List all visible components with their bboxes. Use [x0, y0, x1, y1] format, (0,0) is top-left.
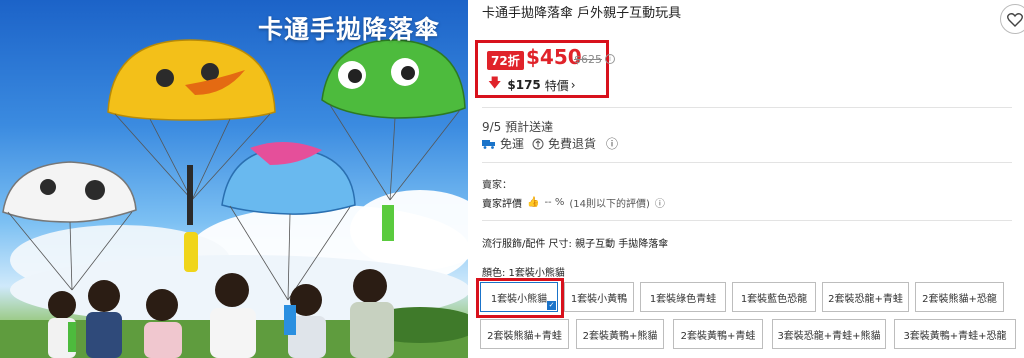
product-title: 卡通手拋降落傘 戶外親子互動玩具: [482, 6, 682, 21]
product-image[interactable]: 卡通手拋降落傘: [0, 0, 468, 358]
seller-rating-value: -- %: [544, 197, 565, 208]
info-icon[interactable]: ⓘ: [655, 195, 665, 210]
divider: [482, 220, 1012, 221]
free-returns-label: 免費退貨: [548, 137, 597, 151]
option-2-panda-dino[interactable]: 2套裝熊貓+恐龍: [915, 282, 1004, 312]
selected-option-highlight: [476, 278, 564, 318]
option-label: 2套裝黃鴨+熊貓: [582, 330, 658, 342]
option-2-duck-frog[interactable]: 2套裝黃鴨+青蛙: [673, 319, 763, 349]
truck-icon: [482, 139, 496, 149]
seller-rating: 賣家評價 👍 -- % (14則以下的評價) ⓘ: [482, 195, 665, 210]
option-label: 2套裝熊貓+青蛙: [487, 330, 562, 342]
arrow-down-icon: 🡇: [488, 76, 502, 91]
option-1-duck[interactable]: 1套裝小黃鴨: [564, 282, 634, 312]
info-icon[interactable]: ⓘ: [606, 135, 618, 152]
option-label: 1套裝綠色青蛙: [649, 293, 717, 305]
seller-label: 賣家：: [482, 180, 512, 191]
spec-info: 流行服飾/配件 尺寸: 親子互動 手拋降落傘: [482, 239, 669, 250]
option-3-dino-frog-panda[interactable]: 3套裝恐龍+青蛙+熊貓: [772, 319, 886, 349]
option-label: 2套裝熊貓+恐龍: [922, 293, 997, 305]
option-1-dino[interactable]: 1套裝藍色恐龍: [732, 282, 816, 312]
option-label: 2套裝恐龍+青蛙: [828, 293, 903, 305]
discount-badge: 72折: [487, 51, 524, 70]
divider: [482, 162, 1012, 163]
seller-rating-note: (14則以下的評價): [569, 199, 650, 210]
deal-label: 特價: [544, 78, 569, 93]
option-3-duck-frog-dino[interactable]: 3套裝黃鴨+青蛙+恐龍: [894, 319, 1016, 349]
option-2-duck-panda[interactable]: 2套裝黃鴨+熊貓: [576, 319, 664, 349]
option-label: 3套裝恐龍+青蛙+熊貓: [777, 330, 881, 342]
product-illustration: [0, 39, 468, 358]
deal-price-link[interactable]: 🡇 $175 特價 ›: [488, 74, 576, 96]
divider: [482, 107, 1012, 108]
heart-icon: [1007, 12, 1023, 27]
return-icon: [532, 138, 544, 150]
favorite-button[interactable]: [1000, 4, 1024, 34]
info-icon[interactable]: i: [605, 54, 615, 64]
product-info-panel: 卡通手拋降落傘 戶外親子互動玩具 72折 $450 $625 i 🡇 $175 …: [470, 0, 1024, 358]
shipping-info: 免運 免費退貨 ⓘ: [482, 135, 618, 152]
option-label: 2套裝黃鴨+青蛙: [680, 330, 756, 342]
option-label: 3套裝黃鴨+青蛙+恐龍: [903, 330, 1007, 342]
option-1-frog[interactable]: 1套裝綠色青蛙: [640, 282, 726, 312]
original-price: $625: [574, 53, 602, 66]
thumbs-up-icon: 👍: [527, 197, 540, 208]
seller-rating-label: 賣家評價: [482, 199, 522, 210]
option-2-panda-frog[interactable]: 2套裝熊貓+青蛙: [480, 319, 569, 349]
free-shipping-label: 免運: [500, 137, 525, 151]
deal-amount: $175: [507, 78, 541, 92]
option-2-dino-frog[interactable]: 2套裝恐龍+青蛙: [822, 282, 909, 312]
option-label: 1套裝小黃鴨: [570, 293, 628, 305]
color-label: 顏色: 1套裝小熊貓: [482, 268, 565, 279]
image-caption: 卡通手拋降落傘: [258, 15, 441, 44]
price-highlight-box: 72折 $450 $625 i 🡇 $175 特價 ›: [475, 40, 615, 98]
chevron-right-icon: ›: [570, 78, 576, 92]
delivery-eta: 9/5 預計送達: [482, 120, 554, 134]
option-label: 1套裝藍色恐龍: [740, 293, 808, 305]
